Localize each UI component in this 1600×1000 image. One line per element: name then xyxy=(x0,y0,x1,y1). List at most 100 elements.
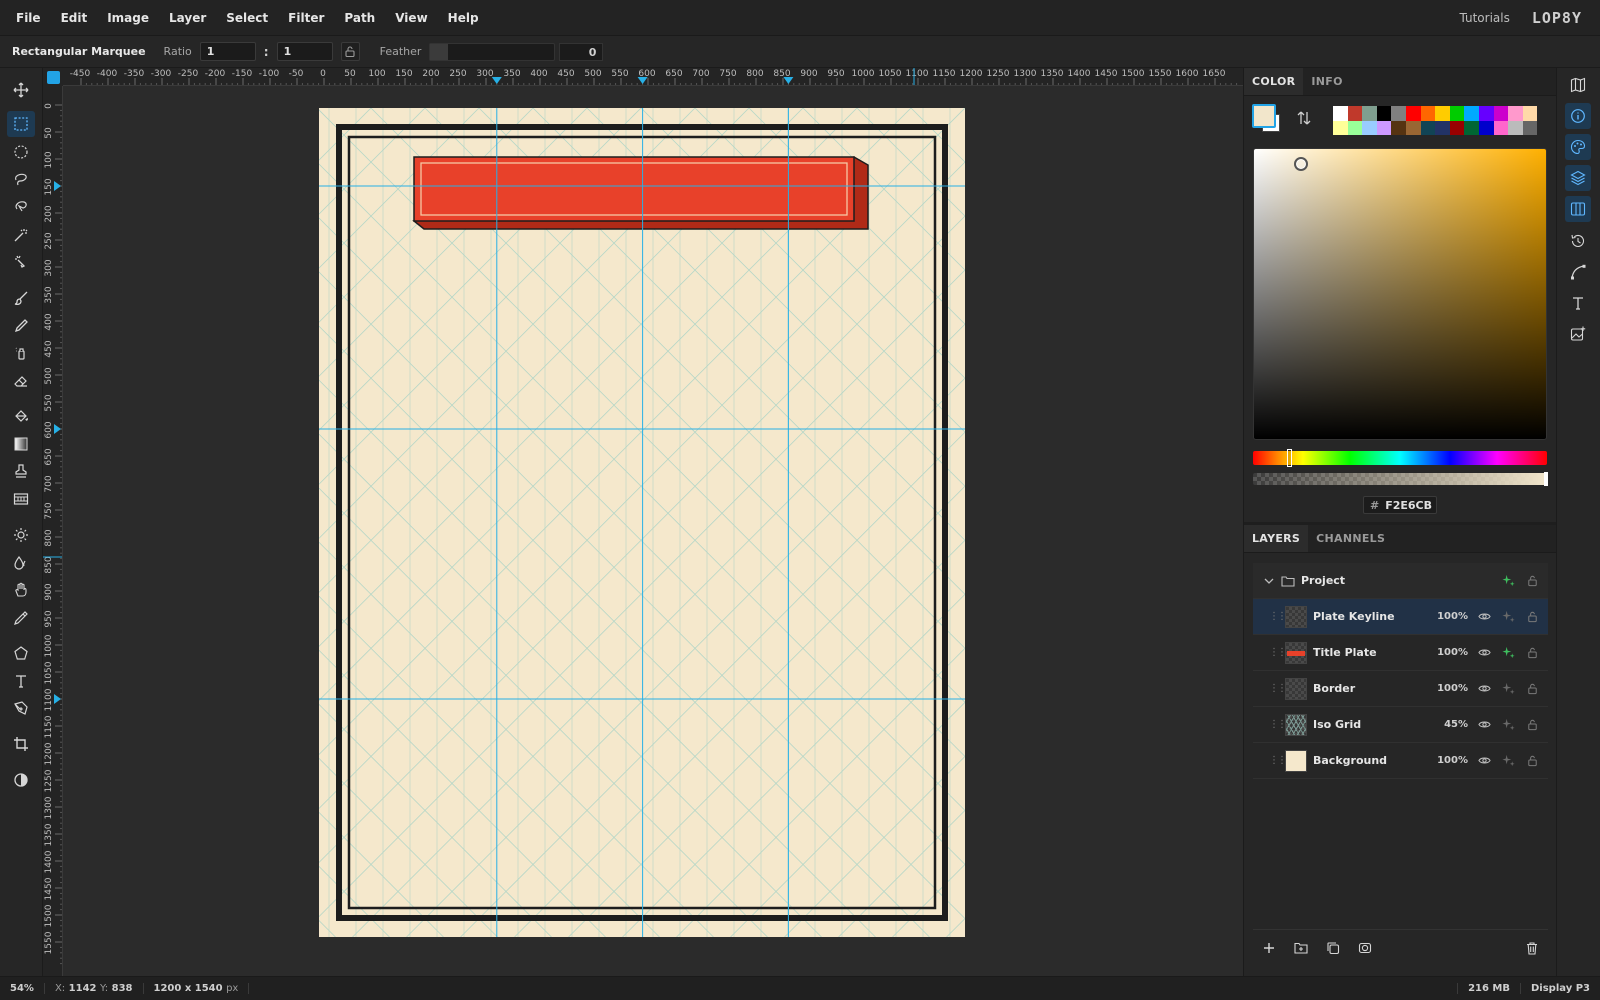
layer-fx-toggle[interactable] xyxy=(1500,681,1516,697)
layer-fx-toggle[interactable] xyxy=(1500,753,1516,769)
palette-swatch[interactable] xyxy=(1435,106,1450,121)
guide-marker[interactable] xyxy=(491,77,502,84)
brush-tool[interactable] xyxy=(7,285,35,311)
palette-swatch[interactable] xyxy=(1493,120,1509,136)
image-panel-button[interactable] xyxy=(1565,321,1591,347)
stamp-tool[interactable] xyxy=(7,458,35,484)
info-panel-button[interactable] xyxy=(1565,103,1591,129)
palette-swatch[interactable] xyxy=(1508,106,1523,121)
swap-colors-icon[interactable] xyxy=(1296,110,1312,126)
layer-opacity[interactable]: 100% xyxy=(1428,755,1468,766)
layer-lock-toggle[interactable] xyxy=(1524,573,1540,589)
layer-name[interactable]: Plate Keyline xyxy=(1313,610,1428,623)
chevron-down-icon[interactable] xyxy=(1263,575,1275,587)
palette-swatch[interactable] xyxy=(1522,106,1538,121)
palette-swatch[interactable] xyxy=(1435,120,1450,136)
ratio-width-input[interactable]: 1 xyxy=(199,42,256,61)
layer-fx-toggle[interactable] xyxy=(1500,645,1516,661)
palette-swatch[interactable] xyxy=(1478,120,1494,136)
layer-name[interactable]: Background xyxy=(1313,754,1428,767)
saturation-value-picker[interactable] xyxy=(1253,148,1547,440)
layer-visibility-toggle[interactable] xyxy=(1476,609,1492,625)
add-group-button[interactable] xyxy=(1285,936,1317,960)
canvas-area[interactable] xyxy=(63,87,1243,976)
feather-value[interactable]: 0 xyxy=(559,42,604,61)
guide-marker[interactable] xyxy=(54,424,61,434)
drag-handle-icon[interactable]: ⋮⋮ xyxy=(1269,683,1287,694)
palette-swatch[interactable] xyxy=(1362,120,1377,136)
ratio-height-input[interactable]: 1 xyxy=(276,42,333,61)
text-tool[interactable] xyxy=(7,668,35,694)
palette-swatch[interactable] xyxy=(1449,120,1465,136)
horizontal-ruler[interactable]: -450 -400 -350 -300 -250 -200 -150 -100 -50 0 50 10… xyxy=(63,68,1243,86)
pencil-tool[interactable] xyxy=(7,313,35,339)
gradient-tool[interactable] xyxy=(7,431,35,457)
drag-handle-icon[interactable]: ⋮⋮ xyxy=(1269,611,1287,622)
blur-tool[interactable] xyxy=(7,550,35,576)
layer-name[interactable]: Title Plate xyxy=(1313,646,1428,659)
guide-marker[interactable] xyxy=(783,77,794,84)
palette-swatch[interactable] xyxy=(1405,120,1421,136)
vertical-ruler[interactable]: 0 50 100 150 200 250 300 350 400 450 500 550 600 650 7… xyxy=(43,86,63,976)
layers-panel-button[interactable] xyxy=(1565,165,1591,191)
duplicate-layer-button[interactable] xyxy=(1317,936,1349,960)
layer-row[interactable]: ⋮⋮ Plate Keyline 100% xyxy=(1253,599,1548,635)
hex-value[interactable]: F2E6CB xyxy=(1385,499,1432,512)
eraser-tool[interactable] xyxy=(7,368,35,394)
guide-marker[interactable] xyxy=(637,77,648,84)
layer-row[interactable]: ⋮⋮ Border 100% xyxy=(1253,671,1548,707)
color-picker-cursor[interactable] xyxy=(1294,157,1308,171)
layer-mask-button[interactable] xyxy=(1349,936,1381,960)
magnetic-lasso-tool[interactable] xyxy=(7,194,35,220)
palette-swatch[interactable] xyxy=(1420,120,1436,136)
menu-file[interactable]: File xyxy=(6,0,51,35)
layer-visibility-toggle[interactable] xyxy=(1476,753,1492,769)
layer-fx-toggle[interactable] xyxy=(1500,573,1516,589)
layer-row[interactable]: ⋮⋮ Background 100% xyxy=(1253,743,1548,779)
palette-swatch[interactable] xyxy=(1420,106,1436,121)
layer-fx-toggle[interactable] xyxy=(1500,717,1516,733)
pattern-tool[interactable] xyxy=(7,486,35,512)
drag-handle-icon[interactable]: ⋮⋮ xyxy=(1269,719,1287,730)
paths-panel-button[interactable] xyxy=(1565,259,1591,285)
eyedropper-tool[interactable] xyxy=(7,605,35,631)
fill-tool[interactable] xyxy=(7,403,35,429)
tab-color[interactable]: COLOR xyxy=(1244,68,1304,95)
adjust-tool[interactable] xyxy=(7,767,35,793)
magic-wand-tool[interactable] xyxy=(7,222,35,248)
palette-swatch[interactable] xyxy=(1376,120,1392,136)
palette-swatch[interactable] xyxy=(1405,106,1421,121)
layer-visibility-toggle[interactable] xyxy=(1476,717,1492,733)
add-layer-button[interactable] xyxy=(1253,936,1285,960)
pen-tool[interactable] xyxy=(7,695,35,721)
guide-marker[interactable] xyxy=(54,181,61,191)
hue-slider-thumb[interactable] xyxy=(1287,449,1292,467)
drag-handle-icon[interactable]: ⋮⋮ xyxy=(1269,647,1287,658)
feather-slider[interactable] xyxy=(429,42,556,61)
menu-view[interactable]: View xyxy=(385,0,437,35)
layer-lock-toggle[interactable] xyxy=(1524,609,1540,625)
menu-filter[interactable]: Filter xyxy=(278,0,334,35)
move-tool[interactable] xyxy=(7,77,35,103)
menu-layer[interactable]: Layer xyxy=(159,0,216,35)
layer-group-row[interactable]: Project xyxy=(1253,563,1548,599)
layer-lock-toggle[interactable] xyxy=(1524,753,1540,769)
drag-handle-icon[interactable]: ⋮⋮ xyxy=(1269,755,1287,766)
menu-select[interactable]: Select xyxy=(216,0,278,35)
palette-swatch[interactable] xyxy=(1449,106,1465,121)
palette-swatch[interactable] xyxy=(1522,120,1538,136)
history-panel-button[interactable] xyxy=(1565,228,1591,254)
layer-lock-toggle[interactable] xyxy=(1524,717,1540,733)
ruler-origin-marker[interactable] xyxy=(47,71,60,84)
channels-panel-button[interactable] xyxy=(1565,196,1591,222)
dodge-tool[interactable] xyxy=(7,522,35,548)
layer-name[interactable]: Iso Grid xyxy=(1313,718,1428,731)
layer-row[interactable]: ⋮⋮ Title Plate 100% xyxy=(1253,635,1548,671)
quick-select-tool[interactable] xyxy=(7,249,35,275)
shape-tool[interactable] xyxy=(7,640,35,666)
crop-tool[interactable] xyxy=(7,731,35,757)
tab-layers[interactable]: LAYERS xyxy=(1244,525,1309,552)
menu-image[interactable]: Image xyxy=(97,0,159,35)
palette-swatch[interactable] xyxy=(1464,106,1479,121)
layer-opacity[interactable]: 100% xyxy=(1428,647,1468,658)
